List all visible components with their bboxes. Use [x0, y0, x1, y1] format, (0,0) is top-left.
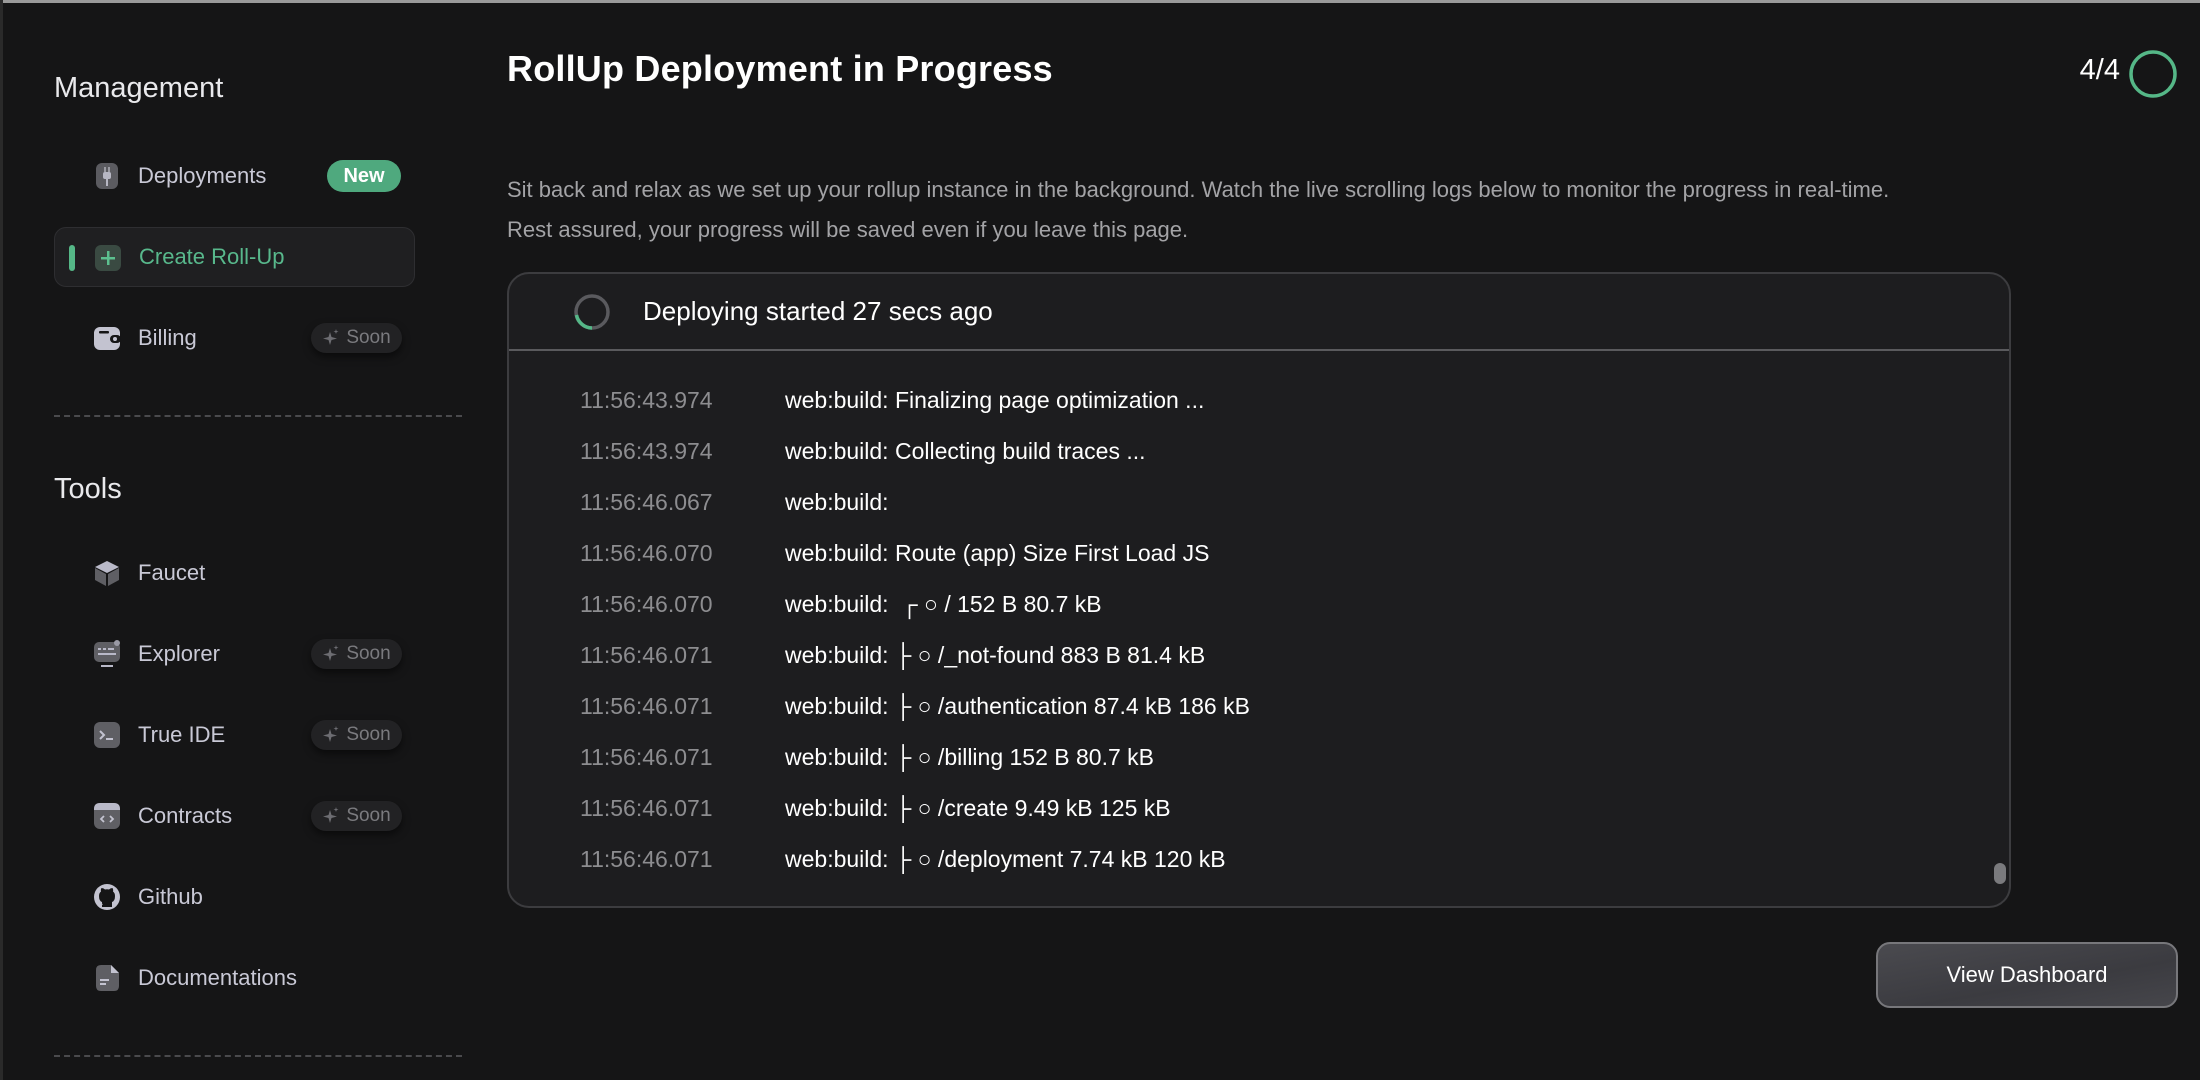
code-window-icon: [94, 803, 120, 829]
sparkle-icon: [323, 645, 339, 661]
active-indicator: [69, 245, 75, 271]
plus-square-icon: [95, 245, 121, 271]
log-message: web:build: ├ ○ /authentication 87.4 kB 1…: [785, 693, 1250, 719]
soon-badge-label: Soon: [346, 805, 391, 826]
log-timestamp: 11:56:46.067: [580, 489, 713, 515]
soon-badge: Soon: [311, 639, 402, 669]
soon-badge: Soon: [311, 801, 402, 831]
deployment-log-panel: Deploying started 27 secs ago 11:56:43.9…: [507, 272, 2011, 908]
log-timestamp: 11:56:46.071: [580, 744, 713, 770]
description-line: Sit back and relax as we set up your rol…: [507, 177, 1890, 202]
view-dashboard-button[interactable]: View Dashboard: [1876, 942, 2178, 1008]
sparkle-icon: [323, 726, 339, 742]
page-title: RollUp Deployment in Progress: [507, 48, 1053, 89]
log-timestamp: 11:56:46.071: [580, 693, 713, 719]
terminal-icon: [94, 722, 120, 748]
sidebar-item-label: Documentations: [138, 965, 297, 990]
window-left-border: [0, 0, 3, 1080]
log-timestamp: 11:56:46.071: [580, 795, 713, 821]
log-message: web:build:: [785, 489, 889, 515]
description-line: Rest assured, your progress will be save…: [507, 217, 1189, 242]
sparkle-icon: [323, 329, 339, 345]
log-message: web:build: ├ ○ /_not-found 883 B 81.4 kB: [785, 642, 1206, 668]
sidebar-divider: [54, 415, 462, 417]
soon-badge-label: Soon: [346, 724, 391, 745]
log-message: web:build: ├ ○ /create 9.49 kB 125 kB: [785, 795, 1171, 821]
log-timestamp: 11:56:46.070: [580, 540, 713, 566]
log-message: web:build: Route (app) Size First Load J…: [785, 540, 1210, 566]
sidebar-divider: [54, 1055, 462, 1057]
new-badge: New: [327, 160, 401, 192]
sidebar-item-github[interactable]: Github: [54, 867, 415, 927]
log-row: 11:56:43.974 web:build: Finalizing page o…: [509, 381, 2009, 432]
sidebar-item-true-ide[interactable]: True IDE Soon: [54, 705, 415, 765]
explorer-monitor-icon: [94, 640, 120, 667]
cube-icon: [95, 561, 119, 586]
log-row: 11:56:46.071 web:build: ├ ○ /billing 152 …: [509, 738, 2009, 789]
sidebar-item-label: Faucet: [138, 560, 206, 585]
deploy-status: Deploying started 27 secs ago: [643, 296, 993, 326]
log-row: 11:56:46.070 web:build: Route (app) Size …: [509, 534, 2009, 585]
log-row: 11:56:46.070 web:build: ┌ ○ / 152 B 80.7 …: [509, 585, 2009, 636]
log-row: 11:56:46.071 web:build: ├ ○ /_not-found 8…: [509, 636, 2009, 687]
sidebar-item-label: Create Roll-Up: [139, 244, 285, 269]
log-timestamp: 11:56:46.070: [580, 591, 713, 617]
sidebar-item-label: True IDE: [138, 722, 226, 747]
log-row: 11:56:43.974 web:build: Collecting build …: [509, 432, 2009, 483]
sidebar-item-label: Deployments: [138, 163, 267, 188]
sidebar-item-label: Billing: [138, 325, 197, 350]
step-indicator: 4/4: [2080, 54, 2120, 87]
window-top-border: [0, 0, 2200, 3]
step-label: 4/4: [2079, 54, 2120, 86]
log-message: web:build: ├ ○ /billing 152 B 80.7 kB: [785, 744, 1155, 770]
log-message: web:build: ├ ○ /deployment 7.74 kB 120 k…: [785, 846, 1226, 872]
soon-badge: Soon: [311, 323, 402, 353]
log-timestamp: 11:56:46.071: [580, 846, 713, 872]
sparkle-icon: [323, 807, 339, 823]
log-timestamp: 11:56:46.071: [580, 642, 713, 668]
log-row: 11:56:46.071 web:build: ├ ○ /create 9.49 …: [509, 789, 2009, 840]
github-icon: [94, 884, 120, 910]
loading-spinner-icon: [574, 294, 610, 330]
soon-badge-label: Soon: [346, 643, 391, 664]
sidebar-item-label: Github: [138, 884, 203, 909]
soon-badge: Soon: [311, 720, 402, 750]
step-progress-ring-icon: [2129, 50, 2177, 98]
sidebar-item-create-roll-up[interactable]: Create Roll-Up: [54, 227, 415, 287]
sidebar-item-label: Explorer: [138, 641, 220, 666]
log-timestamp: 11:56:43.974: [580, 387, 713, 413]
sidebar-item-faucet[interactable]: Faucet: [54, 543, 415, 603]
sidebar-item-deployments[interactable]: Deployments New: [54, 146, 415, 206]
soon-badge-label: Soon: [346, 327, 391, 348]
sidebar-item-billing[interactable]: Billing Soon: [54, 308, 415, 368]
sidebar-item-explorer[interactable]: Explorer Soon: [54, 624, 415, 684]
sidebar-heading-management: Management: [54, 72, 224, 104]
wallet-icon: [94, 327, 121, 350]
sidebar-item-label: Contracts: [138, 803, 233, 828]
log-list[interactable]: 11:56:43.974 web:build: Finalizing page o…: [509, 381, 2009, 891]
log-row: 11:56:46.071 web:build: ├ ○ /deployment 7…: [509, 840, 2009, 891]
log-scrollbar-thumb[interactable]: [1994, 863, 2006, 884]
log-message: web:build: Finalizing page optimization …: [785, 387, 1205, 413]
sidebar-item-contracts[interactable]: Contracts Soon: [54, 786, 415, 846]
sidebar-heading-tools: Tools: [54, 473, 122, 505]
log-message: web:build: Collecting build traces ...: [785, 438, 1146, 464]
log-panel-header: Deploying started 27 secs ago: [509, 274, 2009, 351]
page-description: Sit back and relax as we set up your rol…: [507, 170, 2187, 250]
sidebar-item-documentations[interactable]: Documentations: [54, 948, 415, 1008]
log-timestamp: 11:56:43.974: [580, 438, 713, 464]
log-row: 11:56:46.067 web:build:: [509, 483, 2009, 534]
plug-icon: [96, 163, 118, 189]
document-icon: [96, 965, 119, 991]
log-message: web:build: ┌ ○ / 152 B 80.7 kB: [785, 591, 1102, 617]
log-row: 11:56:46.071 web:build: ├ ○ /authenticati…: [509, 687, 2009, 738]
